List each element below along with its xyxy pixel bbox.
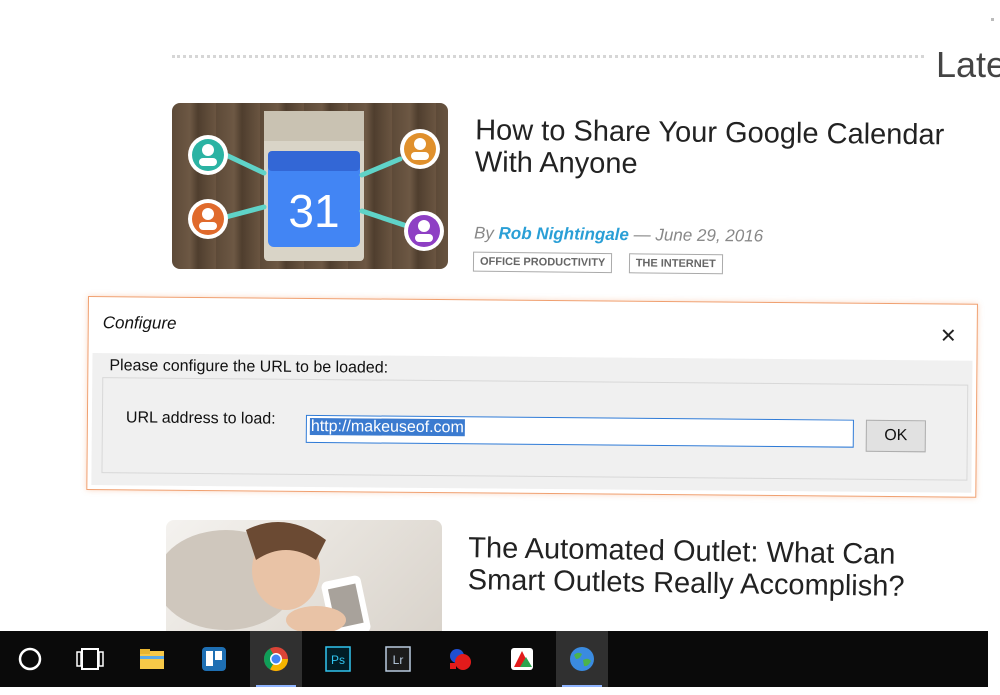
corner-dot <box>991 18 994 21</box>
article-tags: OFFICE PRODUCTIVITY THE INTERNET <box>472 251 735 275</box>
article-title[interactable]: How to Share Your Google Calendar With A… <box>475 114 976 183</box>
close-icon[interactable]: ✕ <box>940 325 957 347</box>
photoshop-icon: Ps <box>325 646 351 672</box>
lightroom-button[interactable]: Lr <box>372 631 424 687</box>
byline-prefix: By <box>473 223 494 243</box>
task-view-button[interactable] <box>64 631 116 687</box>
file-explorer-button[interactable] <box>126 631 178 687</box>
dialog-title: Configure <box>102 313 177 333</box>
trello-icon <box>202 647 226 671</box>
article-card: The Automated Outlet: What Can Smart Out… <box>166 520 966 640</box>
woman-phone-photo <box>166 522 371 639</box>
section-heading: Late <box>936 44 1000 85</box>
task-view-icon <box>76 648 104 670</box>
globe-app-button[interactable] <box>556 631 608 687</box>
svg-text:Lr: Lr <box>393 653 404 667</box>
app-red-blue-icon <box>450 649 471 670</box>
url-input-value: http://makeuseof.com <box>309 417 465 437</box>
windows-taskbar: Ps Lr <box>0 631 988 687</box>
lightroom-icon: Lr <box>385 646 411 672</box>
url-field-label: URL address to load: <box>125 409 276 428</box>
app-red-green-icon <box>511 648 533 670</box>
trello-button[interactable] <box>188 631 240 687</box>
svg-text:Ps: Ps <box>331 653 345 667</box>
article-byline: By Rob Nightingale — June 29, 2016 <box>474 223 763 246</box>
dialog-body: Please configure the URL to be loaded: U… <box>91 353 973 493</box>
app-button[interactable] <box>434 631 486 687</box>
article-thumbnail[interactable] <box>166 520 442 640</box>
url-input[interactable]: http://makeuseof.com <box>305 414 854 448</box>
article-date: June 29, 2016 <box>655 225 764 246</box>
article-title[interactable]: The Automated Outlet: What Can Smart Out… <box>468 532 969 604</box>
globe-icon <box>570 647 594 671</box>
ok-button[interactable]: OK <box>865 419 926 453</box>
article-thumbnail[interactable]: 31 <box>172 103 448 269</box>
byline-separator: — <box>633 225 651 245</box>
app-button[interactable] <box>496 631 548 687</box>
calendar-sharing-illustration: 31 <box>188 111 444 261</box>
article-card: 31 How to Share Your Google Calendar Wit… <box>172 103 972 283</box>
cortana-button[interactable] <box>4 631 56 687</box>
photoshop-button[interactable]: Ps <box>312 631 364 687</box>
configure-dialog: Configure ✕ Please configure the URL to … <box>86 296 978 498</box>
chrome-icon <box>264 647 288 672</box>
chrome-button[interactable] <box>250 631 302 687</box>
calendar-day-text: 31 <box>288 185 339 237</box>
tag-the-internet[interactable]: THE INTERNET <box>628 253 723 275</box>
author-link[interactable]: Rob Nightingale <box>498 224 629 244</box>
cortana-circle-icon <box>18 647 42 671</box>
groupbox-label: Please configure the URL to be loaded: <box>106 357 392 378</box>
section-divider <box>172 55 924 58</box>
file-explorer-icon <box>140 649 164 669</box>
tag-office-productivity[interactable]: OFFICE PRODUCTIVITY <box>472 251 613 274</box>
screenshot: Late 31 How to Share Your Google Calenda… <box>0 0 1000 695</box>
